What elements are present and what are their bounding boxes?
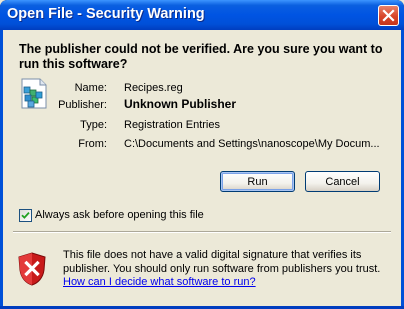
name-value: Recipes.reg <box>124 82 183 94</box>
publisher-value: Unknown Publisher <box>124 97 237 111</box>
name-label: Name: <box>74 82 107 94</box>
from-value: C:\Documents and Settings\nanoscope\My D… <box>124 138 380 150</box>
help-link[interactable]: How can I decide what software to run? <box>63 276 256 288</box>
always-ask-label[interactable]: Always ask before opening this file <box>35 209 204 221</box>
type-label: Type: <box>80 119 107 131</box>
close-button[interactable] <box>378 5 399 26</box>
dialog-body: The publisher could not be verified. Are… <box>3 30 401 306</box>
security-shield-icon <box>18 252 46 286</box>
warning-heading: The publisher could not be verified. Are… <box>19 42 383 71</box>
cancel-button[interactable]: Cancel <box>305 171 380 192</box>
divider <box>13 231 391 233</box>
always-ask-checkbox[interactable] <box>19 209 32 222</box>
checkmark-icon <box>21 211 30 219</box>
security-warning-dialog: Open File - Security Warning The publish… <box>0 0 404 309</box>
title-bar[interactable]: Open File - Security Warning <box>0 0 404 30</box>
type-value: Registration Entries <box>124 119 220 131</box>
publisher-label: Publisher: <box>58 99 107 111</box>
from-label: From: <box>78 138 107 150</box>
warning-text: This file does not have a valid digital … <box>63 249 381 275</box>
window-title: Open File - Security Warning <box>7 6 205 22</box>
run-button[interactable]: Run <box>220 171 295 192</box>
close-icon <box>382 9 395 22</box>
